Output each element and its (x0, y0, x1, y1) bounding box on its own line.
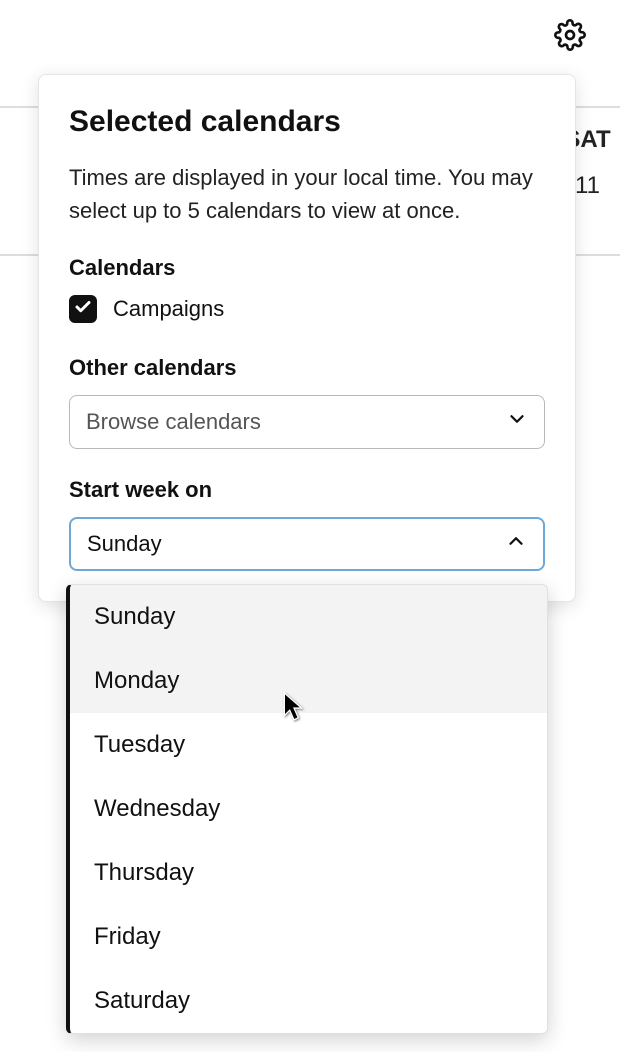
dropdown-option-saturday[interactable]: Saturday (70, 969, 547, 1033)
checkbox-label: Campaigns (113, 296, 224, 322)
popover-title: Selected calendars (69, 105, 545, 139)
start-week-dropdown: Sunday Monday Tuesday Wednesday Thursday… (66, 584, 548, 1034)
checkbox-checked[interactable] (69, 295, 97, 323)
calendar-settings-popover: Selected calendars Times are displayed i… (38, 74, 576, 602)
start-week-label: Start week on (69, 477, 545, 503)
check-icon (74, 298, 92, 321)
dropdown-option-tuesday[interactable]: Tuesday (70, 713, 547, 777)
dropdown-option-wednesday[interactable]: Wednesday (70, 777, 547, 841)
calendars-section-label: Calendars (69, 255, 545, 281)
gear-icon (554, 19, 586, 56)
settings-button[interactable] (550, 18, 590, 58)
dropdown-option-label: Saturday (94, 987, 190, 1015)
dropdown-option-label: Thursday (94, 859, 194, 887)
other-calendars-label: Other calendars (69, 355, 545, 381)
dropdown-option-friday[interactable]: Friday (70, 905, 547, 969)
popover-description: Times are displayed in your local time. … (69, 161, 545, 227)
dropdown-option-label: Sunday (94, 603, 175, 631)
browse-calendars-select[interactable]: Browse calendars (69, 395, 545, 449)
dropdown-option-sunday[interactable]: Sunday (70, 585, 547, 649)
browse-calendars-placeholder: Browse calendars (86, 409, 261, 435)
dropdown-option-label: Wednesday (94, 795, 220, 823)
topbar (0, 0, 620, 75)
chevron-up-icon (505, 530, 527, 558)
chevron-down-icon (506, 408, 528, 436)
start-week-select[interactable]: Sunday (69, 517, 545, 571)
dropdown-option-label: Tuesday (94, 731, 185, 759)
dropdown-option-label: Friday (94, 923, 161, 951)
dropdown-option-monday[interactable]: Monday (70, 649, 547, 713)
dropdown-option-thursday[interactable]: Thursday (70, 841, 547, 905)
dropdown-option-label: Monday (94, 667, 179, 695)
calendar-checkbox-row[interactable]: Campaigns (69, 295, 545, 323)
start-week-value: Sunday (87, 531, 162, 557)
